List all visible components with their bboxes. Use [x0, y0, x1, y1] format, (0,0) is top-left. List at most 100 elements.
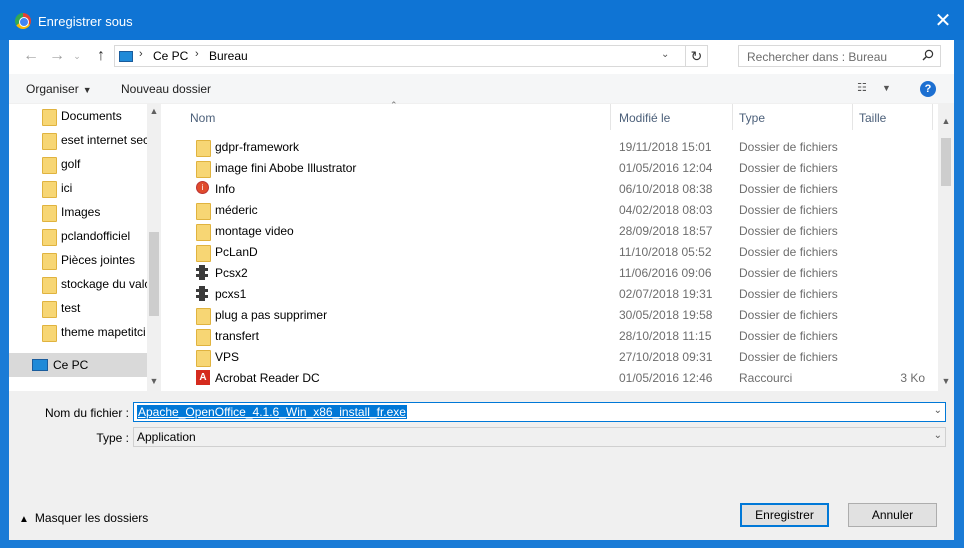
- folder-icon: [42, 132, 57, 150]
- file-row[interactable]: VPS 27/10/2018 09:31 Dossier de fichiers: [161, 346, 938, 367]
- sidebar-item-theme[interactable]: theme mapetitci: [9, 320, 147, 344]
- sidebar-item-label: stockage du valc: [61, 277, 147, 291]
- sidebar-item-eset[interactable]: eset internet sec: [9, 128, 147, 152]
- filename-value[interactable]: Apache_OpenOffice_4.1.6_Win_x86_install_…: [137, 405, 407, 419]
- sidebar-item-stockage[interactable]: stockage du valc: [9, 272, 147, 296]
- scroll-down-icon[interactable]: ▼: [939, 376, 953, 386]
- sidebar-item-label: Documents: [61, 109, 122, 123]
- sidebar-item-test[interactable]: test: [9, 296, 147, 320]
- breadcrumb-bureau[interactable]: Bureau: [209, 49, 248, 63]
- scroll-up-icon[interactable]: ▲: [147, 106, 161, 116]
- info-folder-icon: i: [196, 181, 209, 194]
- file-date: 28/10/2018 11:15: [619, 329, 712, 343]
- sidebar-item-label: Images: [61, 205, 101, 219]
- refresh-button[interactable]: ↻: [685, 46, 707, 66]
- file-date: 01/05/2016 12:04: [619, 161, 713, 175]
- help-button[interactable]: ?: [920, 81, 936, 97]
- column-header-modified[interactable]: Modifié le: [613, 104, 733, 130]
- close-button[interactable]: ✕: [928, 8, 958, 36]
- file-size: 3 Ko: [900, 371, 925, 385]
- scroll-down-icon[interactable]: ▼: [147, 376, 161, 386]
- sidebar-item-label: pclandofficiel: [61, 229, 131, 243]
- file-row[interactable]: i Info 06/10/2018 08:38 Dossier de fichi…: [161, 178, 938, 199]
- file-row[interactable]: plug a pas supprimer 30/05/2018 19:58 Do…: [161, 304, 938, 325]
- scroll-up-icon[interactable]: ▲: [939, 116, 953, 126]
- file-name: pcxs1: [215, 287, 247, 301]
- sidebar-item-pieces-jointes[interactable]: Pièces jointes: [9, 248, 147, 272]
- sidebar-item-ici[interactable]: ici: [9, 176, 147, 200]
- scrollbar-thumb[interactable]: [149, 232, 159, 316]
- sidebar-item-label: Ce PC: [53, 358, 89, 372]
- sidebar-item-label: theme mapetitci: [61, 325, 146, 339]
- file-list-scrollbar[interactable]: ▲ ▼: [938, 104, 954, 391]
- folder-icon: [196, 223, 211, 241]
- filetype-select[interactable]: Application ⌄: [133, 427, 946, 447]
- hide-folders-button[interactable]: ▲ Masquer les dossiers: [19, 511, 148, 525]
- breadcrumb-separator: ›: [139, 48, 143, 60]
- file-row[interactable]: Pcsx2 11/06/2016 09:06 Dossier de fichie…: [161, 262, 938, 283]
- column-label: Modifié le: [619, 111, 671, 125]
- file-type: Dossier de fichiers: [739, 140, 838, 154]
- view-options-button[interactable]: ☷ ▼: [857, 81, 897, 97]
- sidebar-item-golf[interactable]: golf: [9, 152, 147, 176]
- file-date: 28/09/2018 18:57: [619, 224, 713, 238]
- file-type: Dossier de fichiers: [739, 329, 838, 343]
- file-date: 30/05/2018 19:58: [619, 308, 713, 322]
- folder-icon: [42, 156, 57, 174]
- address-dropdown-icon[interactable]: ⌄: [661, 49, 675, 60]
- address-bar[interactable]: › Ce PC › Bureau ⌄ ↻: [114, 45, 708, 67]
- sidebar-item-pclandofficiel[interactable]: pclandofficiel: [9, 224, 147, 248]
- file-row[interactable]: image fini Abobe Illustrator 01/05/2016 …: [161, 157, 938, 178]
- file-date: 27/10/2018 09:31: [619, 350, 713, 364]
- recent-locations-chevron-icon[interactable]: ⌄: [67, 47, 87, 67]
- file-row[interactable]: montage video 28/09/2018 18:57 Dossier d…: [161, 220, 938, 241]
- sidebar-item-images[interactable]: Images: [9, 200, 147, 224]
- sidebar-scrollbar[interactable]: ▲ ▼: [147, 104, 161, 391]
- details-view-icon: ☷: [857, 82, 867, 94]
- organize-label: Organiser: [26, 82, 79, 96]
- file-row[interactable]: gdpr-framework 19/11/2018 15:01 Dossier …: [161, 136, 938, 157]
- folder-icon: [196, 139, 211, 157]
- sidebar-item-ce-pc[interactable]: Ce PC: [9, 353, 147, 377]
- sidebar-item-label: golf: [61, 157, 81, 171]
- file-type: Dossier de fichiers: [739, 224, 838, 238]
- chevron-down-icon[interactable]: ⌄: [934, 405, 942, 416]
- folder-icon: [42, 324, 57, 342]
- folder-icon: [42, 204, 57, 222]
- scrollbar-thumb[interactable]: [941, 138, 951, 186]
- filetype-value: Application: [137, 430, 196, 444]
- save-button[interactable]: Enregistrer: [740, 503, 829, 527]
- chevron-down-icon[interactable]: ⌄: [934, 430, 942, 441]
- file-row[interactable]: pcxs1 02/07/2018 19:31 Dossier de fichie…: [161, 283, 938, 304]
- file-name: VPS: [215, 350, 240, 364]
- column-label: Type: [739, 111, 766, 125]
- up-button[interactable]: ↑: [91, 47, 111, 67]
- sidebar-item-documents[interactable]: Documents: [9, 104, 147, 128]
- search-icon[interactable]: [922, 49, 934, 61]
- film-folder-icon: [196, 286, 208, 301]
- search-box[interactable]: Rechercher dans : Bureau: [738, 45, 941, 67]
- file-row[interactable]: transfert 28/10/2018 11:15 Dossier de fi…: [161, 325, 938, 346]
- new-folder-button[interactable]: Nouveau dossier: [121, 82, 211, 96]
- filename-input[interactable]: Apache_OpenOffice_4.1.6_Win_x86_install_…: [133, 402, 946, 422]
- file-type: Dossier de fichiers: [739, 245, 838, 259]
- file-row[interactable]: A Acrobat Reader DC 01/05/2016 12:46 Rac…: [161, 367, 938, 388]
- column-header-type[interactable]: Type: [733, 104, 853, 130]
- column-header-size[interactable]: Taille: [853, 104, 933, 130]
- file-name: Acrobat Reader DC: [215, 371, 320, 385]
- hide-folders-label: Masquer les dossiers: [34, 511, 149, 525]
- file-date: 11/10/2018 05:52: [619, 245, 712, 259]
- back-button[interactable]: ←: [21, 47, 41, 67]
- organize-button[interactable]: Organiser ▼: [26, 82, 92, 96]
- file-row[interactable]: PcLanD 11/10/2018 05:52 Dossier de fichi…: [161, 241, 938, 262]
- forward-button[interactable]: →: [47, 47, 67, 67]
- file-row[interactable]: méderic 04/02/2018 08:03 Dossier de fich…: [161, 199, 938, 220]
- search-input[interactable]: Rechercher dans : Bureau: [747, 50, 887, 64]
- file-date: 02/07/2018 19:31: [619, 287, 713, 301]
- computer-icon: [32, 359, 48, 371]
- cancel-button[interactable]: Annuler: [848, 503, 937, 527]
- column-header-name[interactable]: Nom: [184, 104, 611, 130]
- breadcrumb-ce-pc[interactable]: Ce PC: [153, 49, 188, 63]
- window-title: Enregistrer sous: [38, 14, 133, 29]
- file-type: Dossier de fichiers: [739, 182, 838, 196]
